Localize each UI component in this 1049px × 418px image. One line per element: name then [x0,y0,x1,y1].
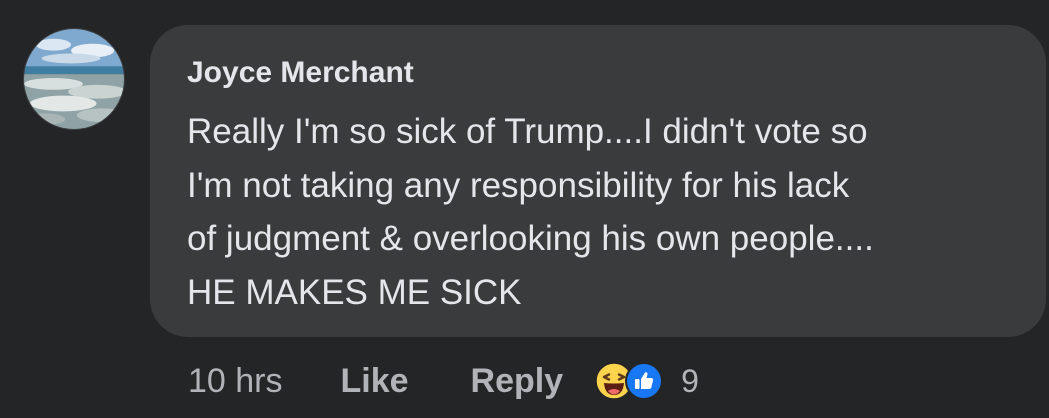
like-button[interactable]: Like [341,362,409,401]
comment-line: of judgment & overlooking his own people… [187,219,874,258]
reactions-summary[interactable]: 9 [595,362,699,400]
like-thumb-icon [625,362,664,400]
comment-timestamp[interactable]: 10 hrs [188,362,283,401]
avatar[interactable] [23,28,125,130]
comment-bubble: Joyce Merchant Really I'm so sick of Tru… [150,25,1046,337]
comment-line: Really I'm so sick of Trump....I didn't … [187,112,868,151]
reaction-count: 9 [681,362,699,399]
comment-line: HE MAKES ME SICK [187,272,522,312]
comment-actions: 10 hrs Like Reply 9 [188,358,699,404]
beach-photo-avatar-icon [24,29,124,129]
comment-author[interactable]: Joyce Merchant [187,56,414,90]
comment-line: I'm not taking any responsibility for hi… [187,165,850,205]
reply-button[interactable]: Reply [471,362,564,401]
comment-text: Really I'm so sick of Trump....I didn't … [187,105,1037,319]
